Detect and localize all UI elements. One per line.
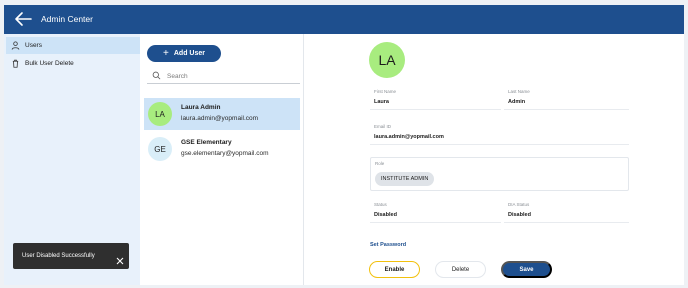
first-name-field[interactable]: First Name Laura [370, 86, 501, 110]
user-detail-panel: LA First Name Laura Last Name Admin Emai… [303, 34, 684, 285]
save-button[interactable]: Save [501, 261, 552, 278]
user-name: GSE Elementary [181, 139, 232, 146]
avatar: LA [148, 102, 172, 126]
email-field[interactable]: Email ID laura.admin@yopmail.com [370, 121, 629, 145]
set-password-link[interactable]: Set Password [370, 242, 406, 248]
enable-button[interactable]: Enable [369, 261, 420, 278]
field-label: Last Name [508, 89, 530, 94]
avatar: LA [369, 42, 405, 78]
field-value: Disabled [374, 212, 397, 218]
toast-message: User Disabled Successfully [22, 253, 95, 259]
sidebar-item-users[interactable]: Users [6, 37, 140, 54]
search-input[interactable] [167, 70, 297, 82]
field-value: laura.admin@yopmail.com [374, 134, 444, 140]
sidebar-item-label: Bulk User Delete [25, 60, 74, 67]
user-list-item[interactable]: LA Laura Admin laura.admin@yopmail.com [144, 98, 300, 130]
field-value: Disabled [508, 212, 531, 218]
search-bar [147, 69, 300, 84]
role-chip[interactable]: INSTITUTE ADMIN [375, 172, 435, 186]
trash-icon [12, 59, 19, 68]
field-value: Admin [508, 99, 526, 105]
field-label: DIA Status [508, 202, 530, 207]
avatar: GE [148, 137, 172, 161]
search-icon [152, 71, 161, 80]
arrow-left-icon [15, 12, 32, 26]
delete-button[interactable]: Delete [435, 261, 486, 278]
app-window: Admin Center Users Bulk User Delete + Ad… [4, 5, 684, 285]
toast-notification: User Disabled Successfully [13, 243, 129, 269]
user-name: Laura Admin [181, 104, 221, 111]
add-user-button[interactable]: + Add User [147, 45, 221, 62]
user-icon [11, 41, 20, 50]
sidebar-item-bulk-user-delete[interactable]: Bulk User Delete [6, 55, 140, 72]
plus-icon: + [163, 48, 169, 59]
page-title: Admin Center [41, 14, 93, 24]
status-field[interactable]: Status Disabled [370, 199, 501, 223]
user-list-panel: + Add User LA Laura Admin laura.admin@yo… [140, 34, 303, 285]
field-label: Email ID [374, 124, 392, 129]
back-button[interactable] [14, 11, 32, 27]
add-user-label: Add User [173, 50, 205, 57]
last-name-field[interactable]: Last Name Admin [504, 86, 629, 110]
user-list-item[interactable]: GE GSE Elementary gse.elementary@yopmail… [144, 133, 300, 165]
dia-status-field[interactable]: DIA Status Disabled [504, 199, 629, 223]
app-header: Admin Center [4, 5, 684, 34]
field-label: Role [375, 161, 385, 166]
sidebar-item-label: Users [25, 42, 42, 49]
user-email: laura.admin@yopmail.com [181, 115, 259, 122]
toast-close-button[interactable] [116, 252, 124, 265]
user-email: gse.elementary@yopmail.com [181, 150, 269, 157]
field-value: Laura [374, 99, 389, 105]
role-field[interactable]: Role INSTITUTE ADMIN [370, 157, 629, 191]
close-icon [116, 257, 124, 265]
field-label: First Name [374, 89, 397, 94]
field-label: Status [374, 202, 387, 207]
